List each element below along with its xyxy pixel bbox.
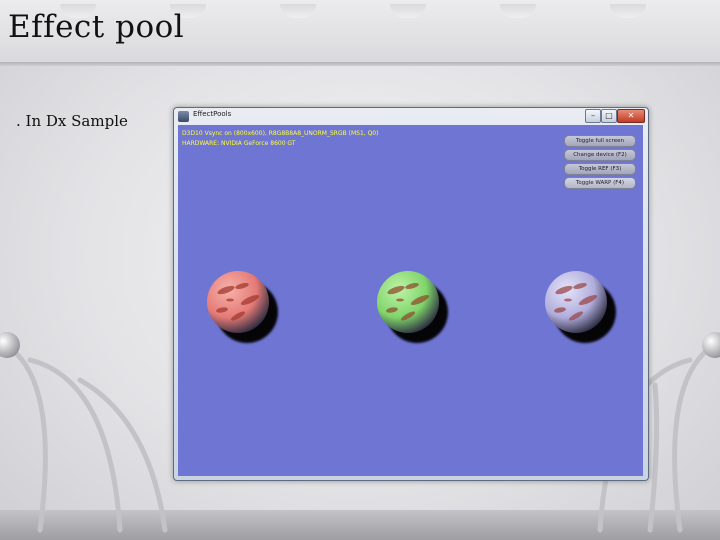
red-sphere: [207, 271, 269, 333]
window-title: EffectPools: [193, 110, 232, 118]
change-device-button[interactable]: Change device (F2): [564, 149, 636, 161]
window-titlebar[interactable]: EffectPools – □ ✕: [174, 108, 648, 125]
toggle-ref-button[interactable]: Toggle REF (F3): [564, 163, 636, 175]
green-sphere: [377, 271, 439, 333]
stats-line-display: D3D10 Vsync on (800x600), R8G8B8A8_UNORM…: [182, 130, 379, 137]
render-viewport[interactable]: D3D10 Vsync on (800x600), R8G8B8A8_UNORM…: [178, 125, 643, 476]
close-button[interactable]: ✕: [617, 109, 645, 123]
toggle-warp-button[interactable]: Toggle WARP (F4): [564, 177, 636, 189]
device-stats: D3D10 Vsync on (800x600), R8G8B8A8_UNORM…: [182, 129, 378, 149]
stats-line-hardware: HARDWARE: NVIDIA GeForce 8600 GT: [182, 140, 296, 147]
slide-title: Effect pool: [8, 9, 185, 45]
slide-bullet: . In Dx Sample: [16, 112, 128, 130]
lavender-sphere: [545, 271, 607, 333]
minimize-button[interactable]: –: [585, 109, 601, 123]
maximize-button[interactable]: □: [601, 109, 617, 123]
app-icon: [178, 111, 189, 122]
effect-pools-window[interactable]: EffectPools – □ ✕ D3D10 Vsync on (800x60…: [173, 107, 649, 481]
toggle-fullscreen-button[interactable]: Toggle full screen: [564, 135, 636, 147]
